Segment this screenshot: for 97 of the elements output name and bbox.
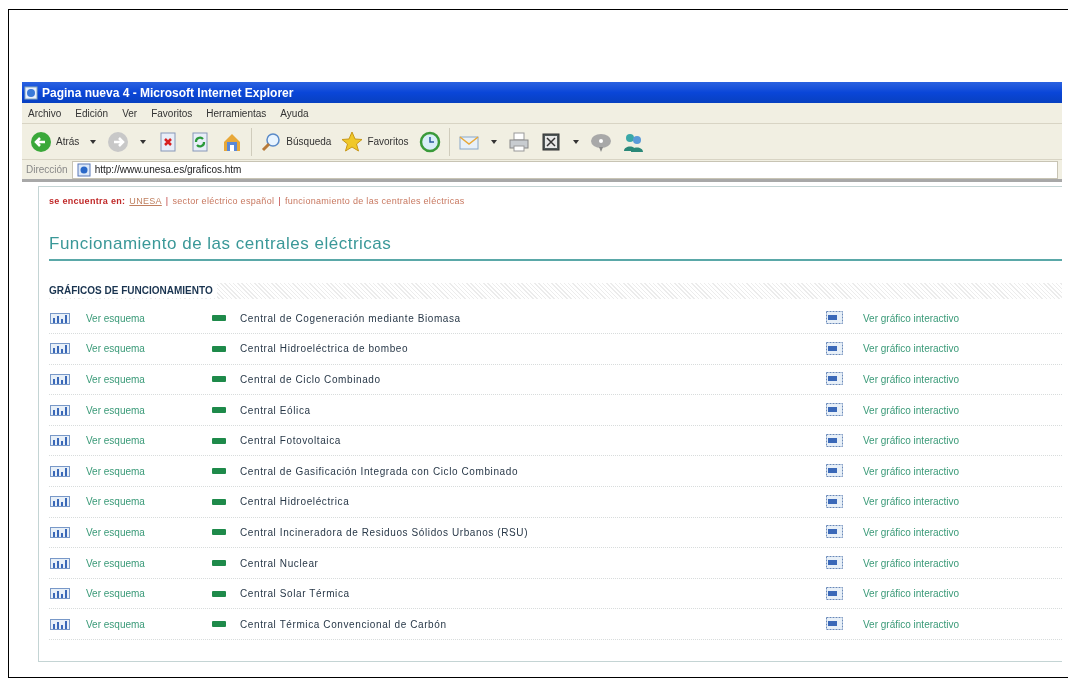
menu-item[interactable]: Favoritos (151, 105, 193, 121)
page-heading: Funcionamiento de las centrales eléctricas (49, 234, 392, 253)
plant-name: Central Incineradora de Residuos Sólidos Urbanos (RSU) (240, 525, 530, 540)
plant-name: Central Térmica Convencional de Carbón (240, 617, 448, 632)
bar-chart-icon[interactable] (50, 343, 70, 355)
dash-icon (212, 315, 226, 322)
monitor-graph-icon[interactable] (826, 617, 844, 632)
monitor-graph-icon[interactable] (826, 525, 844, 540)
menu-item[interactable]: Herramientas (206, 105, 267, 121)
interactive-graph-link[interactable]: Ver gráfico interactivo (863, 494, 960, 510)
breadcrumb-link[interactable]: UNESA (129, 195, 162, 209)
monitor-graph-icon[interactable] (826, 372, 844, 387)
dash-icon (212, 376, 226, 383)
bar-chart-icon[interactable] (50, 374, 70, 385)
back-button[interactable]: Atrás (28, 126, 82, 157)
breadcrumb-separator: | (278, 195, 281, 209)
window-title: Pagina nueva 4 - Microsoft Internet Explorer (42, 84, 294, 102)
address-label: Dirección (26, 163, 68, 177)
monitor-graph-icon[interactable] (826, 586, 844, 601)
search-icon (260, 130, 283, 153)
breadcrumb-separator: | (165, 195, 169, 209)
interactive-graph-link[interactable]: Ver gráfico interactivo (863, 463, 960, 479)
dash-icon (212, 345, 226, 352)
plant-name: Central de Gasificación Integrada con Ciclo Combinado (240, 464, 520, 479)
address-field[interactable]: http://www.unesa.es/graficos.htm (71, 160, 1058, 179)
interactive-graph-link[interactable]: Ver gráfico interactivo (863, 524, 960, 540)
dash-icon (212, 621, 226, 628)
interactive-graph-link[interactable]: Ver gráfico interactivo (863, 372, 960, 387)
bar-chart-icon[interactable] (50, 312, 70, 324)
scheme-link[interactable]: Ver esquema (86, 433, 212, 449)
bar-chart-icon[interactable] (50, 465, 70, 477)
interactive-graph-link[interactable]: Ver gráfico interactivo (863, 555, 960, 571)
plant-name: Central Nuclear (240, 556, 320, 571)
plant-name: Central de Cogeneración mediante Biomasa (240, 311, 462, 326)
scheme-link[interactable]: Ver esquema (86, 402, 212, 418)
history-clock-icon (418, 130, 441, 153)
dash-icon (212, 560, 226, 567)
search-button[interactable]: Búsqueda (258, 126, 334, 157)
breadcrumb-label: se encuentra en: (49, 195, 126, 209)
breadcrumb-item[interactable]: funcionamiento de las centrales eléctricas (284, 195, 465, 209)
bar-chart-icon[interactable] (50, 618, 70, 630)
dropdown-caret-icon[interactable] (572, 139, 579, 144)
dash-icon (212, 529, 226, 536)
plant-name: Central Hidroeléctrica (240, 495, 351, 510)
favorites-button[interactable]: Favoritos (339, 126, 411, 157)
menu-item[interactable]: Ayuda (280, 105, 309, 121)
breadcrumb-item[interactable]: sector eléctrico español (172, 195, 275, 209)
scheme-link[interactable]: Ver esquema (86, 555, 212, 571)
plant-name: Central de Ciclo Combinado (240, 373, 382, 387)
star-icon (341, 130, 364, 153)
scheme-link[interactable]: Ver esquema (86, 586, 212, 602)
plant-name: Central Hidroeléctrica de bombeo (240, 342, 410, 357)
dropdown-caret-icon[interactable] (90, 139, 97, 144)
interactive-graph-link[interactable]: Ver gráfico interactivo (863, 586, 960, 602)
interactive-graph-link[interactable]: Ver gráfico interactivo (863, 402, 960, 418)
dash-icon (212, 468, 226, 475)
monitor-graph-icon[interactable] (826, 341, 844, 356)
bar-chart-icon[interactable] (50, 526, 70, 538)
monitor-graph-icon[interactable] (826, 311, 844, 326)
interactive-graph-link[interactable]: Ver gráfico interactivo (863, 433, 960, 449)
monitor-graph-icon[interactable] (826, 403, 844, 418)
menu-item[interactable]: Edición (75, 105, 109, 121)
dash-icon (212, 498, 226, 505)
interactive-graph-link[interactable]: Ver gráfico interactivo (863, 341, 960, 357)
menu-item[interactable]: Ver (122, 105, 138, 121)
interactive-graph-link[interactable]: Ver gráfico interactivo (863, 310, 960, 326)
menu-item[interactable]: Archivo (28, 105, 62, 121)
dropdown-caret-icon[interactable] (490, 139, 497, 144)
plant-name: Central Fotovoltaica (240, 434, 342, 449)
page-icon (76, 162, 91, 177)
scheme-link[interactable]: Ver esquema (86, 372, 212, 387)
scheme-link[interactable]: Ver esquema (86, 463, 212, 479)
monitor-graph-icon[interactable] (826, 464, 844, 479)
monitor-graph-icon[interactable] (826, 494, 844, 509)
scheme-link[interactable]: Ver esquema (86, 341, 212, 357)
plant-name: Central Solar Térmica (240, 587, 351, 602)
dash-icon (212, 590, 226, 597)
bar-chart-icon[interactable] (50, 557, 70, 569)
bar-chart-icon[interactable] (50, 496, 70, 508)
section-title: GRÁFICOS DE FUNCIONAMIENTO (49, 283, 217, 298)
document-edit-icon (539, 130, 562, 153)
dropdown-caret-icon[interactable] (140, 139, 147, 144)
scheme-link[interactable]: Ver esquema (86, 616, 212, 632)
interactive-graph-link[interactable]: Ver gráfico interactivo (863, 616, 960, 632)
scheme-link[interactable]: Ver esquema (86, 494, 212, 510)
printer-icon (507, 130, 530, 153)
bar-chart-icon[interactable] (50, 404, 70, 416)
dash-icon (212, 437, 226, 444)
monitor-graph-icon[interactable] (826, 556, 844, 571)
scheme-link[interactable]: Ver esquema (86, 310, 212, 326)
monitor-graph-icon[interactable] (826, 433, 844, 448)
bar-chart-icon[interactable] (50, 435, 70, 447)
bar-chart-icon[interactable] (50, 588, 70, 600)
dash-icon (212, 407, 226, 414)
browser-icon (24, 85, 38, 100)
scheme-link[interactable]: Ver esquema (86, 524, 212, 540)
plant-name: Central Eólica (240, 403, 312, 418)
